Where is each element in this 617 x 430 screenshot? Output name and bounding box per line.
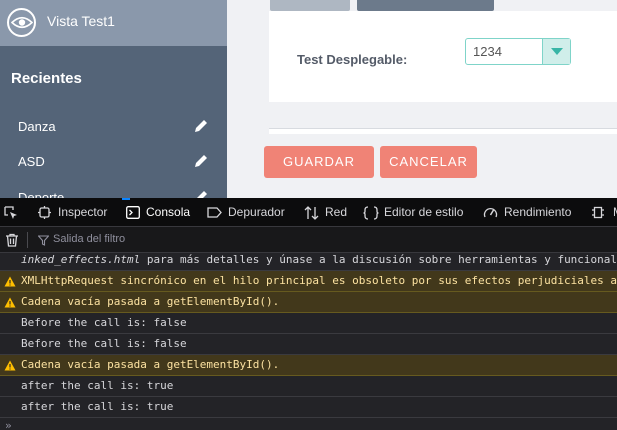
sidebar-header: Vista Test1	[0, 0, 227, 46]
console-input-prompt[interactable]: »	[5, 419, 12, 430]
trash-icon[interactable]	[5, 233, 19, 247]
pencil-icon[interactable]	[193, 189, 209, 198]
message-text: inked_effects.html para más detalles y ú…	[21, 253, 617, 266]
select-value: 1234	[473, 44, 502, 59]
app-window: Vista Test1 Recientes Danza ASD Deporte …	[0, 0, 617, 198]
console-warning: Cadena vacía pasada a getElementById().	[0, 355, 617, 376]
devtools-panel: Inspector Consola Depurador Red Editor d…	[0, 198, 617, 430]
save-button[interactable]: GUARDAR	[264, 146, 374, 178]
form-panel: Test Desplegable: 1234	[269, 11, 617, 102]
message-text: Cadena vacía pasada a getElementById().	[21, 295, 280, 308]
devtools-toolbar: Inspector Consola Depurador Red Editor d…	[0, 198, 617, 227]
performance-icon	[483, 207, 498, 218]
chevron-down-icon	[551, 48, 563, 55]
app-title: Vista Test1	[47, 13, 115, 29]
message-text: after the call is: true	[21, 379, 174, 392]
tab-label: Inspector	[58, 205, 108, 219]
message-text: Before the call is: false	[21, 337, 187, 350]
warning-icon	[4, 360, 16, 371]
recent-item-asd[interactable]: ASD	[0, 148, 227, 176]
console-warning: Cadena vacía pasada a getElementById().	[0, 292, 617, 313]
filter-icon	[38, 235, 49, 246]
test-dropdown-select[interactable]: 1234	[465, 38, 571, 65]
message-text: XMLHttpRequest sincrónico en el hilo pri…	[21, 274, 617, 287]
main-content: Test Desplegable: 1234 GUARDAR CANCELAR	[227, 0, 617, 198]
recent-item-deporte[interactable]: Deporte	[0, 184, 227, 198]
memory-icon	[592, 206, 604, 219]
tab-label: M	[613, 198, 617, 227]
cancel-button[interactable]: CANCELAR	[380, 146, 477, 178]
recent-item-label: Danza	[18, 119, 56, 134]
warning-icon	[4, 276, 16, 287]
filter-separator	[27, 232, 28, 248]
tab-new-panel[interactable]	[357, 0, 494, 11]
tab-label: Depurador	[228, 205, 285, 219]
message-text: Before the call is: false	[21, 316, 187, 329]
eye-icon[interactable]	[7, 8, 36, 37]
pencil-icon[interactable]	[193, 118, 209, 134]
tab-label: Consola	[146, 205, 191, 219]
recent-item-label: Deporte	[18, 190, 65, 198]
console-message: Before the call is: false	[0, 313, 617, 334]
console-warning: XMLHttpRequest sincrónico en el hilo pri…	[0, 271, 617, 292]
console-message: after the call is: true	[0, 397, 617, 418]
console-filter-bar: Salida del filtro	[0, 227, 617, 253]
tab-label: Rendimiento	[504, 205, 572, 219]
dropdown-toggle[interactable]	[542, 39, 570, 64]
filter-input[interactable]: Salida del filtro	[53, 233, 125, 245]
style-editor-icon	[363, 206, 379, 220]
console-message: inked_effects.html para más detalles y ú…	[0, 253, 617, 271]
inspector-icon	[38, 206, 51, 219]
warning-icon	[4, 297, 16, 308]
console-output: inked_effects.html para más detalles y ú…	[0, 253, 617, 430]
sidebar: Vista Test1 Recientes Danza ASD Deporte	[0, 0, 227, 198]
recent-item-label: ASD	[18, 154, 45, 169]
element-picker-icon[interactable]	[4, 206, 18, 220]
tab-label: Red	[325, 205, 348, 219]
console-message: after the call is: true	[0, 376, 617, 397]
console-icon	[126, 206, 140, 219]
console-message: Before the call is: false	[0, 334, 617, 355]
tab-basic[interactable]	[270, 0, 350, 11]
message-text: after the call is: true	[21, 400, 174, 413]
message-text: Cadena vacía pasada a getElementById().	[21, 358, 280, 371]
tab-label: Editor de estilo	[384, 205, 464, 219]
pencil-icon[interactable]	[193, 153, 209, 169]
panel-divider	[269, 128, 617, 134]
recent-item-danza[interactable]: Danza	[0, 113, 227, 141]
debugger-icon	[207, 207, 222, 218]
test-dropdown-label: Test Desplegable:	[297, 52, 408, 67]
recent-section-title: Recientes	[11, 70, 82, 87]
network-icon	[304, 206, 319, 220]
